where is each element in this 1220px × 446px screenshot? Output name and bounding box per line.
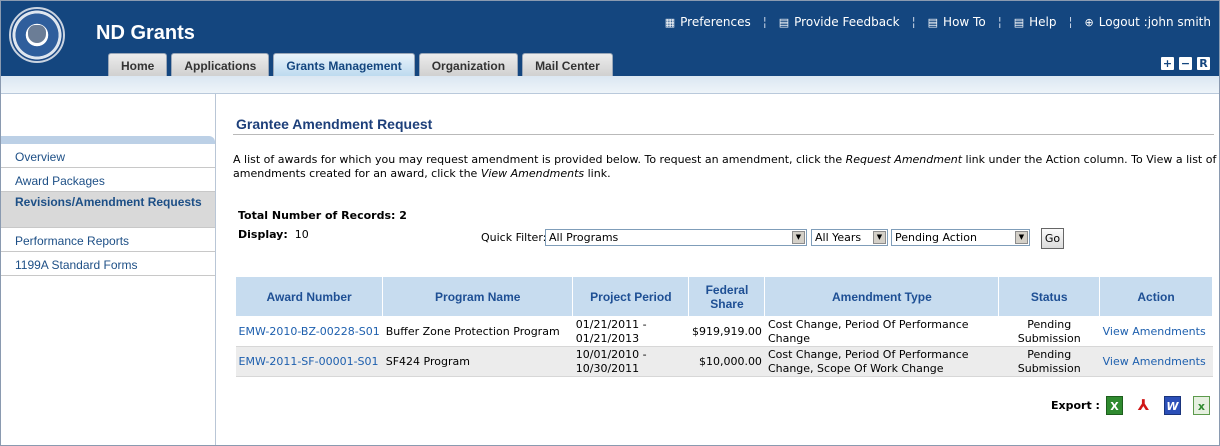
col-amendment-type[interactable]: Amendment Type xyxy=(764,276,1000,317)
tab-grants-management[interactable]: Grants Management xyxy=(273,53,415,78)
restore-button[interactable]: R xyxy=(1196,56,1211,71)
title-divider xyxy=(233,134,1214,135)
intro-request-amendment: Request Amendment xyxy=(845,153,963,166)
separator: ¦ xyxy=(911,15,916,29)
view-amendments-link[interactable]: View Amendments xyxy=(1099,346,1213,377)
status-cell: Pending Submission xyxy=(998,346,1100,377)
col-award-number[interactable]: Award Number xyxy=(234,276,384,317)
go-button[interactable]: Go xyxy=(1041,228,1064,249)
pdf-icon[interactable]: ⅄ xyxy=(1135,396,1152,415)
export-label: Export : xyxy=(1051,399,1100,412)
awards-table: Award Number Program Name Project Period… xyxy=(234,276,1213,377)
federal-share-cell: $10,000.00 xyxy=(688,346,765,377)
main-tabs: Home Applications Grants Management Orga… xyxy=(108,53,613,78)
word-icon[interactable]: W xyxy=(1163,396,1181,415)
table-row: EMW-2010-BZ-00228-S01 Buffer Zone Protec… xyxy=(235,316,1213,347)
years-filter-select[interactable]: All Years ▼ xyxy=(811,229,888,246)
how-to-link[interactable]: ▤ How To xyxy=(928,15,986,29)
amendment-type-cell: Cost Change, Period Of Performance Chang… xyxy=(764,316,999,347)
sidebar: Overview Award Packages Revisions/Amendm… xyxy=(1,94,216,445)
table-header-row: Award Number Program Name Project Period… xyxy=(234,276,1213,317)
howto-icon: ▤ xyxy=(927,15,939,29)
tab-applications[interactable]: Applications xyxy=(171,53,270,77)
preferences-label: Preferences xyxy=(680,15,751,29)
chevron-down-icon: ▼ xyxy=(873,231,886,244)
logout-label: Logout :john smith xyxy=(1098,15,1211,29)
separator: ¦ xyxy=(762,15,767,29)
how-to-label: How To xyxy=(943,15,986,29)
provide-feedback-link[interactable]: ▤ Provide Feedback xyxy=(779,15,900,29)
federal-share-cell: $919,919.00 xyxy=(688,316,765,347)
program-filter-select[interactable]: All Programs ▼ xyxy=(545,229,807,246)
col-action[interactable]: Action xyxy=(1099,276,1213,317)
award-number-link[interactable]: EMW-2011-SF-00001-S01 xyxy=(235,346,383,377)
export-bar: Export : X ⅄ W x xyxy=(1051,396,1210,415)
intro-view-amendments: View Amendments xyxy=(480,167,585,180)
sidebar-item-1199a-standard-forms[interactable]: 1199A Standard Forms xyxy=(1,252,215,276)
intro-text-3: link. xyxy=(584,167,611,180)
chevron-down-icon: ▼ xyxy=(792,231,805,244)
award-number-link[interactable]: EMW-2010-BZ-00228-S01 xyxy=(235,316,383,347)
separator: ¦ xyxy=(1068,15,1073,29)
display-count: Display: 10 xyxy=(238,228,309,241)
sidebar-item-revisions-amendment-requests[interactable]: Revisions/Amendment Requests xyxy=(1,192,215,228)
status-cell: Pending Submission xyxy=(998,316,1100,347)
logout-icon: ⊕ xyxy=(1084,15,1094,29)
feedback-icon: ▤ xyxy=(778,15,790,29)
col-project-period[interactable]: Project Period xyxy=(572,276,690,317)
collapse-button[interactable]: − xyxy=(1178,56,1193,71)
sidebar-item-award-packages[interactable]: Award Packages xyxy=(1,168,215,192)
tab-organization[interactable]: Organization xyxy=(418,53,519,77)
program-name-cell: SF424 Program xyxy=(382,346,573,377)
separator: ¦ xyxy=(997,15,1002,29)
view-amendments-link[interactable]: View Amendments xyxy=(1099,316,1213,347)
status-filter-select[interactable]: Pending Action ▼ xyxy=(891,229,1030,246)
excel-icon[interactable]: X xyxy=(1105,396,1123,415)
sidebar-item-overview[interactable]: Overview xyxy=(1,144,215,168)
col-program-name[interactable]: Program Name xyxy=(382,276,574,317)
amendment-type-cell: Cost Change, Period Of Performance Chang… xyxy=(764,346,999,377)
top-links: ▦ Preferences ¦ ▤ Provide Feedback ¦ ▤ H… xyxy=(665,15,1211,29)
csv-icon[interactable]: x xyxy=(1192,396,1210,415)
expand-button[interactable]: + xyxy=(1160,56,1175,71)
app-header: ND Grants ▦ Preferences ¦ ▤ Provide Feed… xyxy=(1,1,1219,78)
logout-link[interactable]: ⊕ Logout :john smith xyxy=(1085,15,1211,29)
sidebar-cap xyxy=(1,136,215,144)
preferences-link[interactable]: ▦ Preferences xyxy=(665,15,751,29)
tab-home[interactable]: Home xyxy=(108,53,168,77)
intro-text: A list of awards for which you may reque… xyxy=(233,153,1217,181)
col-status[interactable]: Status xyxy=(998,276,1101,317)
help-label: Help xyxy=(1029,15,1057,29)
feedback-label: Provide Feedback xyxy=(794,15,900,29)
table-row: EMW-2011-SF-00001-S01 SF424 Program 10/0… xyxy=(235,346,1213,377)
tab-mail-center[interactable]: Mail Center xyxy=(522,53,613,77)
col-federal-share[interactable]: Federal Share xyxy=(688,276,766,317)
sidebar-list: Overview Award Packages Revisions/Amendm… xyxy=(1,144,215,276)
display-label: Display: xyxy=(238,228,288,241)
total-records: Total Number of Records: 2 xyxy=(238,209,407,222)
project-period-cell: 01/21/2011 - 01/21/2013 xyxy=(572,316,689,347)
program-filter-value: All Programs xyxy=(549,231,619,244)
window-buttons: + − R xyxy=(1160,56,1211,71)
chevron-down-icon: ▼ xyxy=(1015,231,1028,244)
preferences-icon: ▦ xyxy=(664,15,676,29)
intro-text-1: A list of awards for which you may reque… xyxy=(233,153,846,166)
dhs-seal-logo xyxy=(9,7,65,63)
program-name-cell: Buffer Zone Protection Program xyxy=(382,316,573,347)
help-link[interactable]: ▤ Help xyxy=(1014,15,1057,29)
status-filter-value: Pending Action xyxy=(895,231,977,244)
sub-toolbar xyxy=(1,76,1219,94)
app-title: ND Grants xyxy=(96,22,195,44)
project-period-cell: 10/01/2010 - 10/30/2011 xyxy=(572,346,689,377)
quick-filter-label: Quick Filter: xyxy=(481,231,547,244)
sidebar-item-performance-reports[interactable]: Performance Reports xyxy=(1,228,215,252)
help-icon: ▤ xyxy=(1013,15,1025,29)
display-value[interactable]: 10 xyxy=(295,228,309,241)
years-filter-value: All Years xyxy=(815,231,862,244)
page-title: Grantee Amendment Request xyxy=(236,116,433,132)
